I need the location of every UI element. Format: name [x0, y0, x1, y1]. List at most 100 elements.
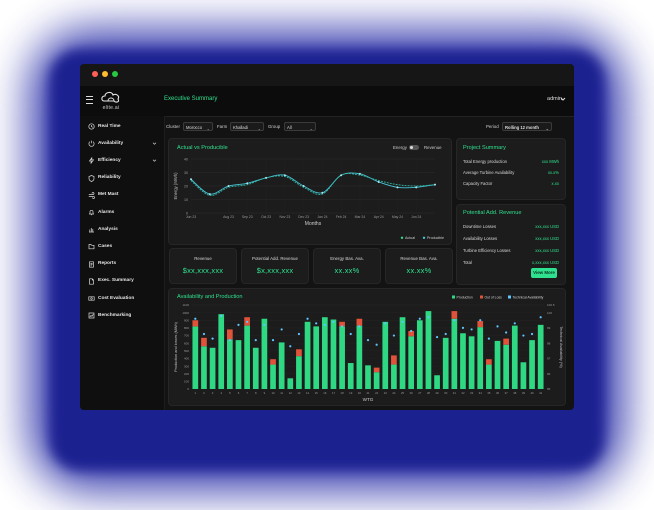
y2-axis-label: Technical Availability (%) — [559, 326, 563, 368]
kpi-value: $xx,xxx,xxx — [182, 266, 224, 275]
availability-production-chart: Production Out of Loss Technical Availabil… — [174, 295, 563, 402]
sidebar-item-reliability[interactable]: Reliability — [80, 172, 164, 186]
availability-point — [522, 334, 525, 337]
sidebar-item-benchmarking[interactable]: Benchmarking — [80, 309, 164, 323]
lightning-icon — [88, 157, 95, 165]
maximize-dot[interactable] — [112, 71, 118, 77]
bar-production — [451, 318, 458, 389]
chevron-down-icon[interactable] — [558, 94, 568, 104]
x-tick-label: 27 — [418, 391, 422, 395]
window-titlebar — [80, 64, 574, 86]
row-label: Availability Losses — [463, 236, 498, 241]
sidebar-item-real-time[interactable]: Real Time — [80, 120, 164, 134]
bar-production — [330, 319, 337, 389]
row-value: xxx,xxx USD — [535, 224, 559, 229]
kpi-label: Potential Add. Revenue — [252, 256, 298, 261]
bar-production — [503, 344, 509, 389]
availability-point — [315, 322, 318, 325]
period-label: Period — [486, 124, 499, 129]
row-value: xxx,xxx USD — [535, 248, 559, 253]
sidebar-item-efficiency[interactable]: Efficiency — [80, 154, 164, 168]
farm-select[interactable]: Khalladi ⌄ — [230, 122, 264, 131]
sidebar-item-cost-evaluation[interactable]: Cost Evaluation — [80, 292, 164, 306]
y2-tick-label: 97 — [547, 357, 551, 361]
x-tick-label: 29 — [436, 391, 440, 395]
chevron-down-icon[interactable] — [151, 157, 158, 164]
row-value: xxx,xxx USD — [535, 236, 559, 241]
sidebar-item-label: Cost Evaluation — [98, 295, 135, 301]
bar-production — [399, 317, 406, 389]
x-tick-label: 16 — [323, 391, 327, 395]
potential-revenue-card: Potential Add. Revenue Downtime Losses xx… — [456, 204, 566, 285]
view-more-button[interactable]: View More — [531, 268, 557, 278]
chevron-down-icon[interactable] — [151, 140, 158, 147]
sidebar-item-analysis[interactable]: Analysis — [80, 223, 164, 237]
sidebar-item-cases[interactable]: Cases — [80, 240, 164, 254]
energy-revenue-toggle[interactable] — [409, 145, 419, 150]
availability-point — [496, 325, 499, 328]
bar-production — [278, 342, 285, 389]
cluster-select[interactable]: Morocco ⌄ — [183, 122, 213, 131]
x-tick-label: 35 — [487, 391, 491, 395]
x-tick-label: 6 — [238, 391, 240, 395]
availability-point — [349, 332, 352, 336]
sidebar-item-reports[interactable]: Reports — [80, 258, 164, 272]
data-point — [358, 172, 361, 175]
availability-point — [340, 325, 344, 328]
x-tick-label: Feb 24 — [336, 215, 347, 219]
availability-point — [254, 339, 257, 342]
bar-out-of-loss — [296, 349, 302, 357]
y-axis-label: Energy (MWh) — [173, 172, 178, 200]
y2-tick-label: 95 — [547, 387, 551, 391]
row-value: xx.x% — [547, 170, 559, 175]
availability-point — [358, 325, 361, 328]
x-tick-label: 40 — [530, 391, 534, 395]
wind-icon — [88, 191, 95, 199]
x-tick-label: 37 — [505, 391, 509, 395]
kpi-label: Energy Bas. Ava. — [330, 256, 364, 261]
x-tick-label: 15 — [315, 391, 319, 395]
data-point — [377, 180, 380, 183]
period-select[interactable]: Rolling 12 month ⌄ — [502, 122, 552, 131]
bar-production — [235, 340, 242, 389]
sidebar-item-availability[interactable]: Availability — [80, 137, 164, 151]
group-select[interactable]: All ⌄ — [284, 122, 316, 131]
sidebar-item-exec-summary[interactable]: Exec. Summary — [80, 275, 164, 289]
sidebar-item-alarms[interactable]: Alarms — [80, 206, 164, 220]
x-tick-label: 21 — [366, 391, 370, 395]
kpi-value: $x,xxx,xxx — [256, 266, 294, 275]
y-tick-label: 30 — [184, 171, 188, 175]
summary-row: Capacity Factor x.xx — [463, 181, 559, 189]
actual-vs-producible-chart: 010203040Jun 23 Aug 23 Sep 23 Oct 23 Nov 23 D… — [173, 157, 444, 240]
legend-marker-producible — [422, 236, 426, 239]
y-tick-label: 200 — [184, 372, 189, 376]
x-tick-label: Oct 23 — [261, 215, 271, 219]
x-tick-label: 17 — [332, 391, 336, 395]
power-icon — [88, 140, 95, 147]
availability-point — [530, 332, 534, 336]
data-point — [208, 193, 211, 196]
farm-value: Khalladi — [233, 125, 248, 130]
row-value: x.xx — [551, 181, 559, 186]
minimize-dot[interactable] — [102, 71, 108, 77]
group-label: Group — [268, 124, 281, 129]
close-dot[interactable] — [92, 71, 98, 77]
availability-point — [392, 334, 396, 337]
revenue-row: Total x,xxx,xxx USD — [463, 260, 559, 268]
x-tick-label: 7 — [246, 391, 248, 395]
bar-out-of-loss — [503, 338, 509, 345]
data-point — [190, 178, 192, 181]
document-icon — [89, 278, 94, 285]
money-icon — [88, 296, 95, 301]
menu-icon[interactable] — [86, 96, 93, 104]
row-label: Total Energy production — [463, 159, 507, 164]
sidebar-item-met-mast[interactable]: Met Mast — [80, 189, 164, 203]
x-tick-label: Jun 23 — [186, 215, 196, 219]
summary-row: Total Energy production xxx MWh — [463, 159, 559, 167]
x-tick-label: Jun 24 — [411, 215, 421, 219]
x-tick-label: 30 — [444, 391, 448, 395]
bar-production — [494, 340, 501, 389]
availability-point — [435, 335, 439, 339]
x-tick-label: 4 — [220, 391, 222, 395]
x-tick-label: 34 — [479, 391, 483, 395]
